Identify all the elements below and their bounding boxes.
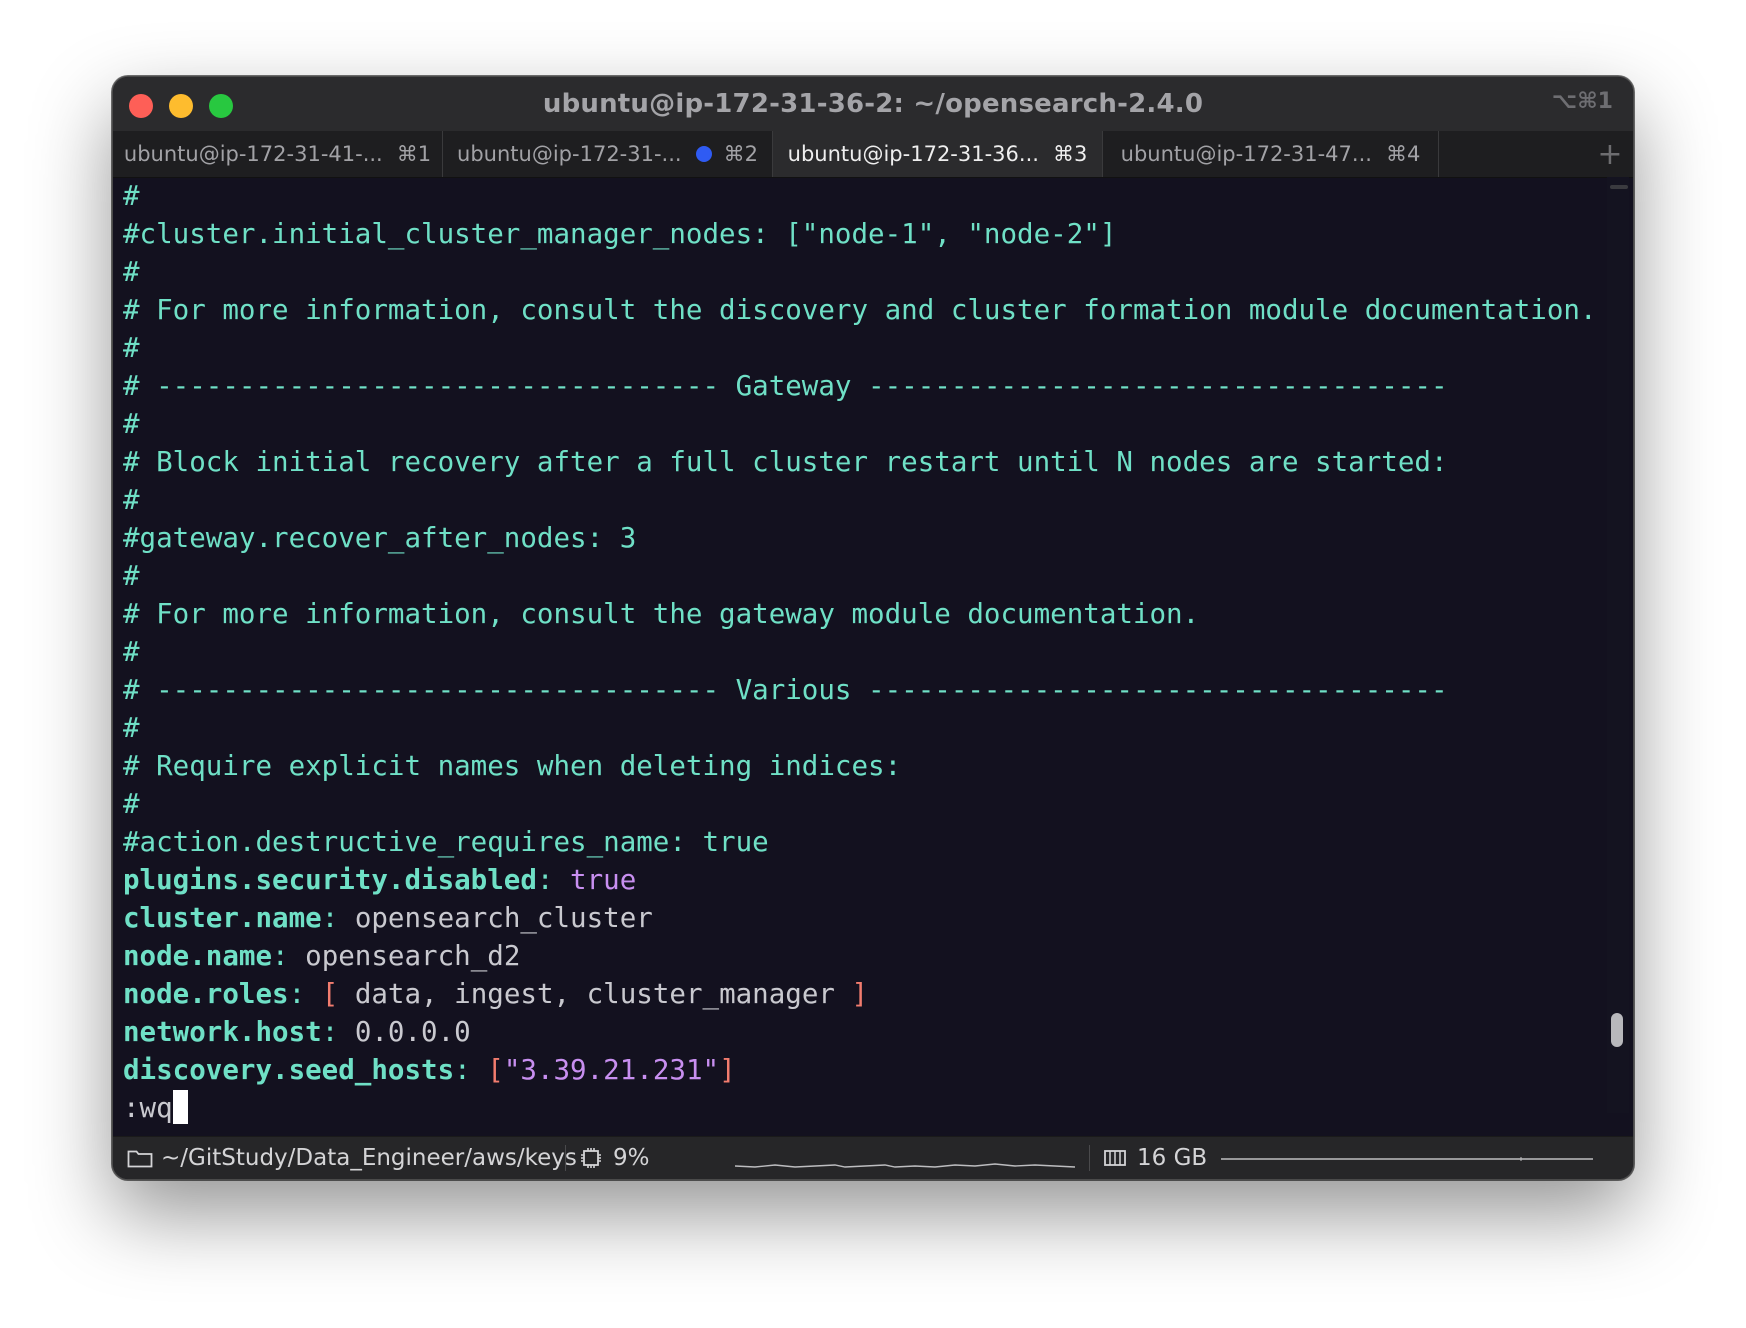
comment-line: # [123, 636, 140, 668]
comment-line: # For more information, consult the gate… [123, 598, 1200, 630]
status-path[interactable]: ~/GitStudy/Data_Engineer/aws/keys [127, 1137, 577, 1179]
config-line-node-roles: node.roles: [ data, ingest, cluster_mana… [123, 975, 1603, 1013]
comment-line: # [123, 408, 140, 440]
section-divider-various: # ---------------------------------- Var… [123, 674, 1448, 706]
comment-line: # [123, 484, 140, 516]
memory-icon [1104, 1150, 1126, 1166]
config-value: "3.39.21.231" [503, 1054, 720, 1086]
tab-2[interactable]: ubuntu@ip-172-31-... ⌘2 [443, 131, 773, 177]
terminal-content[interactable]: # #cluster.initial_cluster_manager_nodes… [123, 177, 1603, 1124]
config-value: true [570, 864, 637, 896]
config-line-network-host: network.host: 0.0.0.0 [123, 1013, 1603, 1051]
status-cpu: 9% [579, 1137, 650, 1179]
tab-shortcut: ⌘2 [723, 142, 758, 166]
config-value: 0.0.0.0 [354, 1016, 471, 1048]
text-cursor [172, 1090, 188, 1124]
bracket-close: ] [851, 978, 869, 1010]
status-separator [565, 1145, 566, 1171]
comment-line: # [123, 712, 140, 744]
comment-line: #gateway.recover_after_nodes: 3 [123, 522, 637, 554]
scrollbar-top-marker [1610, 185, 1628, 189]
tab-shortcut: ⌘4 [1385, 142, 1421, 166]
cpu-sparkline [735, 1163, 1075, 1168]
comment-line: # For more information, consult the disc… [123, 294, 1597, 326]
tab-4[interactable]: ubuntu@ip-172-31-47... ⌘4 [1103, 131, 1439, 177]
comment-line: # [123, 788, 140, 820]
config-key: plugins.security.disabled [123, 864, 537, 896]
command-line[interactable]: :wq [123, 1089, 1603, 1127]
config-key: cluster.name [123, 902, 322, 934]
activity-dot-icon [695, 146, 712, 162]
status-separator [1089, 1145, 1090, 1171]
config-line-seed-hosts: discovery.seed_hosts: ["3.39.21.231"] [123, 1051, 1603, 1089]
status-bar: ~/GitStudy/Data_Engineer/aws/keys 9% 16 … [113, 1136, 1633, 1179]
comment-line: # Require explicit names when deleting i… [123, 750, 902, 782]
window-title: ubuntu@ip-172-31-36-2: ~/opensearch-2.4.… [542, 89, 1204, 119]
comment-line: # Block initial recovery after a full cl… [123, 446, 1448, 478]
cpu-icon [581, 1148, 601, 1168]
colon: : [272, 940, 306, 972]
colon: : [321, 902, 355, 934]
status-path-text: ~/GitStudy/Data_Engineer/aws/keys [161, 1145, 577, 1171]
config-key: node.name [123, 940, 273, 972]
memory-amount: 16 GB [1137, 1145, 1208, 1171]
window-shortcut: ⌥⌘1 [1551, 89, 1613, 114]
folder-icon [127, 1150, 153, 1168]
tab-label: ubuntu@ip-172-31-47... [1120, 142, 1372, 166]
tab-1[interactable]: ubuntu@ip-172-31-41-... ⌘1 [113, 131, 443, 177]
comment-line: # [123, 180, 140, 212]
status-memory: 16 GB [1103, 1137, 1207, 1179]
config-key: network.host [123, 1016, 322, 1048]
bracket-close: ] [719, 1054, 736, 1086]
terminal-window: ubuntu@ip-172-31-36-2: ~/opensearch-2.4.… [112, 76, 1634, 1180]
config-key: discovery.seed_hosts [123, 1054, 455, 1086]
new-tab-plus-icon[interactable]: + [1587, 131, 1633, 177]
tab-label: ubuntu@ip-172-31-36... [787, 142, 1039, 166]
scrollbar-thumb[interactable] [1611, 1013, 1623, 1047]
memory-sparkline [1221, 1157, 1593, 1161]
config-value: data, ingest, cluster_manager [338, 978, 852, 1010]
tab-bar: ubuntu@ip-172-31-41-... ⌘1 ubuntu@ip-172… [113, 131, 1633, 178]
colon: : [536, 864, 571, 896]
config-key: node.roles [123, 978, 289, 1010]
config-value: opensearch_d2 [305, 940, 521, 972]
comment-line: #cluster.initial_cluster_manager_nodes: … [123, 218, 1117, 250]
config-value: opensearch_cluster [354, 902, 653, 934]
vim-command: :wq [123, 1092, 173, 1124]
cpu-percent: 9% [613, 1145, 650, 1171]
bracket-open: [ [487, 1054, 504, 1086]
config-line-plugins-security: plugins.security.disabled: true [123, 861, 1603, 899]
config-line-cluster-name: cluster.name: opensearch_cluster [123, 899, 1603, 937]
colon: : [288, 978, 322, 1010]
scrollbar[interactable] [1607, 177, 1629, 1113]
comment-line: #action.destructive_requires_name: true [123, 826, 769, 858]
section-divider-gateway: # ---------------------------------- Gat… [123, 370, 1448, 402]
comment-line: # [123, 332, 140, 364]
tab-shortcut: ⌘1 [396, 142, 432, 166]
tab-shortcut: ⌘3 [1052, 142, 1088, 166]
bracket-open: [ [321, 978, 339, 1010]
comment-line: # [123, 256, 140, 288]
tab-label: ubuntu@ip-172-31-... [457, 142, 682, 166]
tab-label: ubuntu@ip-172-31-41-... [123, 142, 383, 166]
config-line-node-name: node.name: opensearch_d2 [123, 937, 1603, 975]
colon: : [321, 1016, 355, 1048]
title-bar[interactable]: ubuntu@ip-172-31-36-2: ~/opensearch-2.4.… [113, 77, 1633, 131]
tab-3-active[interactable]: ubuntu@ip-172-31-36... ⌘3 [773, 131, 1103, 177]
colon: : [454, 1054, 488, 1086]
comment-line: # [123, 560, 140, 592]
